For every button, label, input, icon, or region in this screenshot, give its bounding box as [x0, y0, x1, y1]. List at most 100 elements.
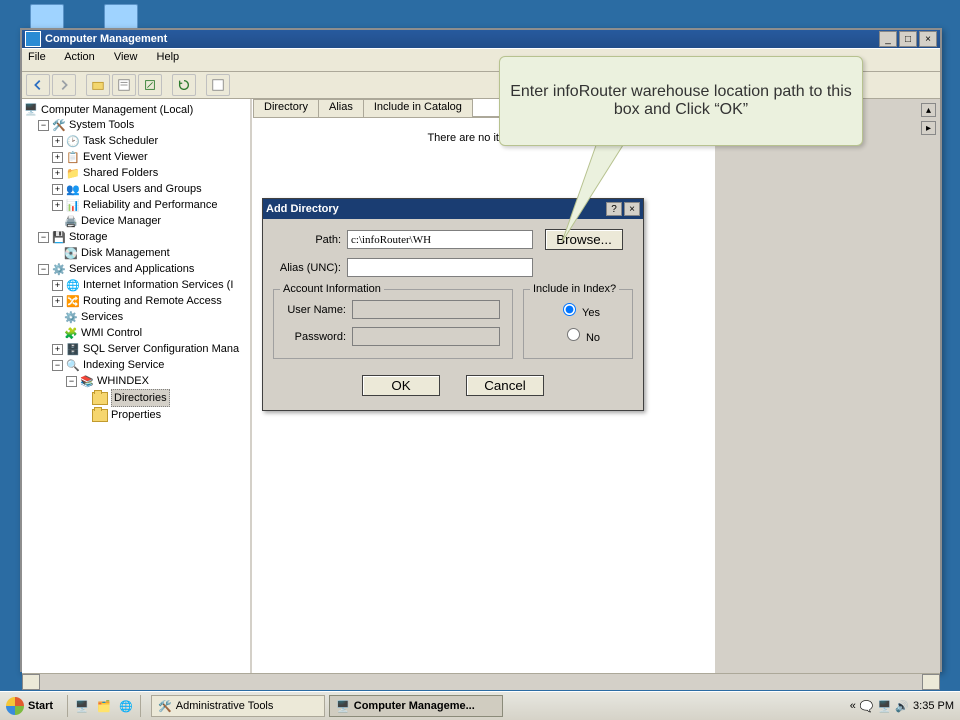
tree-whindex[interactable]: WHINDEX [97, 373, 149, 389]
maximize-button[interactable]: □ [899, 31, 917, 47]
index-icon: 🔍 [66, 358, 80, 372]
expand-icon[interactable]: + [52, 344, 63, 355]
start-label: Start [28, 700, 53, 712]
storage-icon: 💾 [52, 230, 66, 244]
scroll-right-button[interactable] [922, 674, 940, 690]
properties-button[interactable] [112, 74, 136, 96]
username-label: User Name: [282, 304, 346, 316]
catalog-icon: 📚 [80, 374, 94, 388]
explorer-icon[interactable]: 🗂️ [94, 696, 114, 716]
system-tray[interactable]: « 🗨️ 🖥️ 🔊 3:35 PM [844, 700, 960, 713]
expand-icon[interactable]: + [52, 136, 63, 147]
password-label: Password: [282, 331, 346, 343]
tree-directories[interactable]: Directories [111, 389, 170, 407]
tree-task-scheduler[interactable]: Task Scheduler [83, 133, 158, 149]
collapse-icon[interactable]: − [66, 376, 77, 387]
collapse-icon[interactable]: − [38, 232, 49, 243]
tree-local-users[interactable]: Local Users and Groups [83, 181, 202, 197]
forward-button[interactable] [52, 74, 76, 96]
tray-volume-icon[interactable]: 🔊 [895, 700, 909, 713]
collapse-icon[interactable]: − [52, 360, 63, 371]
services-icon: ⚙️ [52, 262, 66, 276]
refresh-button[interactable] [172, 74, 196, 96]
path-input[interactable] [347, 230, 533, 249]
tree-disk-management[interactable]: Disk Management [81, 245, 170, 261]
include-index-legend: Include in Index? [530, 283, 619, 295]
clock-icon: 🕑 [66, 134, 80, 148]
col-include[interactable]: Include in Catalog [363, 99, 473, 117]
window-title: Computer Management [45, 33, 877, 45]
tree-services-apps[interactable]: Services and Applications [69, 261, 194, 277]
tray-icon[interactable]: 🗨️ [860, 700, 874, 713]
clock[interactable]: 3:35 PM [913, 700, 954, 712]
menu-help[interactable]: Help [157, 51, 180, 63]
wmi-icon: 🧩 [64, 326, 78, 340]
tree-routing[interactable]: Routing and Remote Access [83, 293, 222, 309]
col-directory[interactable]: Directory [253, 99, 319, 117]
close-button[interactable]: × [919, 31, 937, 47]
expand-icon[interactable]: + [52, 184, 63, 195]
tree-services[interactable]: Services [81, 309, 123, 325]
menu-view[interactable]: View [114, 51, 138, 63]
iis-icon: 🌐 [66, 278, 80, 292]
tree-wmi[interactable]: WMI Control [81, 325, 142, 341]
expand-icon[interactable]: + [52, 152, 63, 163]
show-desktop-icon[interactable]: 🖥️ [72, 696, 92, 716]
tree-storage[interactable]: Storage [69, 229, 108, 245]
back-button[interactable] [26, 74, 50, 96]
tree-properties[interactable]: Properties [111, 407, 161, 423]
alias-input[interactable] [347, 258, 533, 277]
computer-icon: 🖥️ [24, 103, 38, 117]
collapse-icon[interactable]: − [38, 120, 49, 131]
routing-icon: 🔀 [66, 294, 80, 308]
include-no-radio[interactable]: No [532, 325, 600, 344]
task-computer-management[interactable]: 🖥️ Computer Manageme... [329, 695, 503, 717]
tree-root[interactable]: Computer Management (Local) [41, 104, 193, 116]
gear-icon: ⚙️ [64, 310, 78, 324]
app-icon [25, 31, 41, 47]
tree-iis[interactable]: Internet Information Services (I [83, 277, 233, 293]
horizontal-scrollbar[interactable] [22, 673, 940, 690]
task-label: Administrative Tools [176, 700, 274, 712]
col-alias[interactable]: Alias [318, 99, 364, 117]
tree-shared-folders[interactable]: Shared Folders [83, 165, 158, 181]
tray-network-icon[interactable]: 🖥️ [878, 700, 892, 713]
folder-icon [92, 392, 108, 405]
event-icon: 📋 [66, 150, 80, 164]
username-input [352, 300, 500, 319]
scroll-left-button[interactable] [22, 674, 40, 690]
expand-icon[interactable]: + [52, 200, 63, 211]
alias-label: Alias (UNC): [273, 262, 341, 274]
tree-system-tools[interactable]: System Tools [69, 117, 134, 133]
sql-icon: 🗄️ [66, 342, 80, 356]
expand-icon[interactable]: + [52, 168, 63, 179]
up-button[interactable] [86, 74, 110, 96]
pane-nav-button[interactable]: ▴ [921, 103, 936, 117]
cancel-button[interactable]: Cancel [466, 375, 544, 396]
nav-tree[interactable]: 🖥️Computer Management (Local) −🛠️System … [22, 99, 252, 673]
expand-icon[interactable]: + [52, 296, 63, 307]
tree-indexing-service[interactable]: Indexing Service [83, 357, 164, 373]
minimize-button[interactable]: _ [879, 31, 897, 47]
pane-nav-button[interactable]: ▸ [921, 121, 936, 135]
ok-button[interactable]: OK [362, 375, 440, 396]
ie-icon[interactable]: 🌐 [116, 696, 136, 716]
perf-icon: 📊 [66, 198, 80, 212]
expand-icon[interactable]: + [52, 280, 63, 291]
tree-sql[interactable]: SQL Server Configuration Mana [83, 341, 239, 357]
export-button[interactable] [138, 74, 162, 96]
task-admin-tools[interactable]: 🛠️ Administrative Tools [151, 695, 325, 717]
collapse-icon[interactable]: − [38, 264, 49, 275]
account-info-group: Account Information User Name: Password: [273, 289, 513, 359]
menu-file[interactable]: File [28, 51, 46, 63]
tree-device-manager[interactable]: Device Manager [81, 213, 161, 229]
tree-reliability[interactable]: Reliability and Performance [83, 197, 218, 213]
include-yes-radio[interactable]: Yes [532, 300, 600, 319]
help-button[interactable] [206, 74, 230, 96]
menu-action[interactable]: Action [64, 51, 95, 63]
titlebar[interactable]: Computer Management _ □ × [22, 30, 940, 48]
start-button[interactable]: Start [0, 693, 63, 719]
tray-chevron[interactable]: « [850, 700, 856, 712]
tree-event-viewer[interactable]: Event Viewer [83, 149, 148, 165]
computer-icon: 🖥️ [336, 700, 350, 713]
